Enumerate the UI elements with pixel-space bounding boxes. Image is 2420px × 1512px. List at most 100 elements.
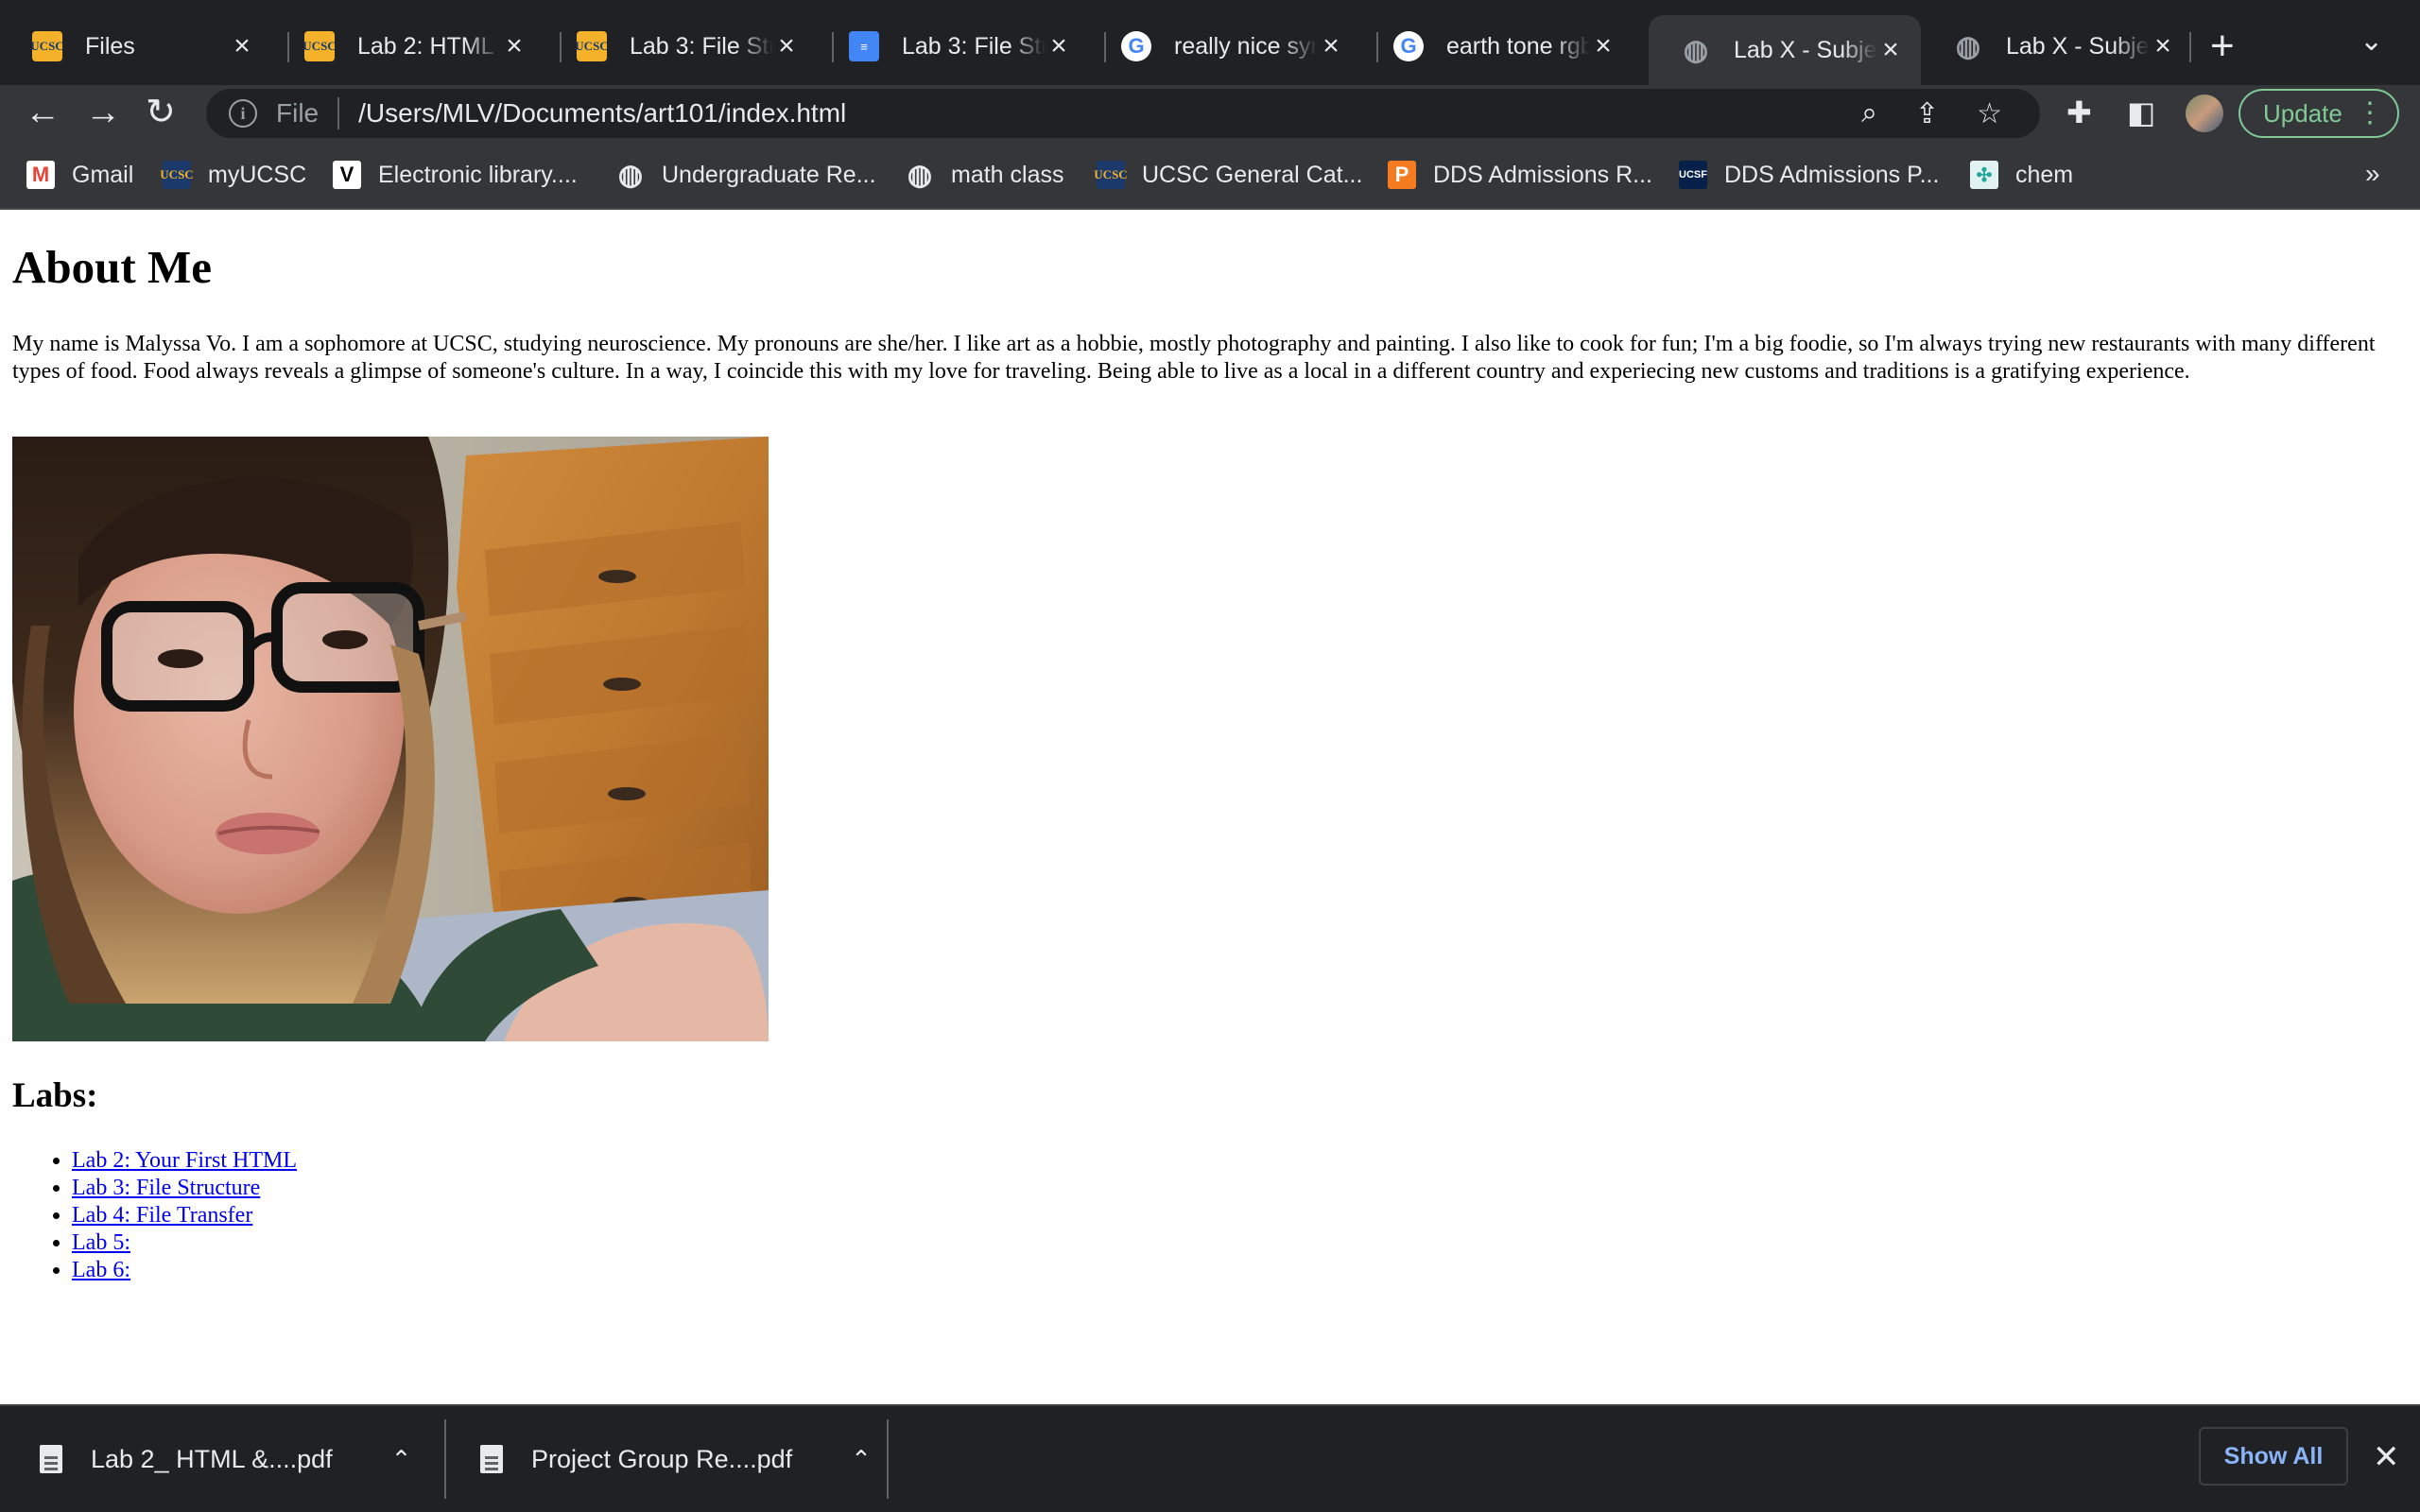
tab-separator xyxy=(2189,32,2191,62)
tab-title: Lab X - Subje xyxy=(1734,36,1877,63)
page-title: About Me xyxy=(12,241,212,293)
ucsc-logo-icon: UCSC xyxy=(302,31,337,61)
globe-icon: ◍ xyxy=(1683,34,1709,66)
tab-search-chevron-icon[interactable]: ⌄ xyxy=(2360,25,2383,58)
tab-title: Files xyxy=(85,32,135,60)
chevron-up-icon[interactable]: ⌃ xyxy=(851,1445,872,1474)
ucsf-icon: UCSF xyxy=(1679,161,1707,189)
tab-title: Lab 3: File Str xyxy=(902,32,1046,60)
page-content: About Me My name is Malyssa Vo. I am a s… xyxy=(0,210,2420,1404)
bookmark-label: DDS Admissions R... xyxy=(1433,161,1653,188)
download-item[interactable]: Project Group Re....pdf ⌃ xyxy=(480,1406,872,1512)
bookmark-label: chem xyxy=(2015,161,2074,188)
zoom-icon[interactable]: ⌕ xyxy=(1861,97,1877,129)
close-tab-icon[interactable]: × xyxy=(1318,30,1344,62)
google-icon: G xyxy=(1393,31,1424,61)
bookmarks-overflow-icon[interactable]: » xyxy=(2365,159,2380,189)
globe-icon: ◍ xyxy=(1955,30,1981,62)
update-label: Update xyxy=(2263,98,2342,128)
bookmark-electronic-library[interactable]: V Electronic library.... xyxy=(333,161,578,189)
tab[interactable]: UCSC Files × xyxy=(0,15,272,77)
bookmark-label: Gmail xyxy=(72,161,134,188)
bookmark-label: Electronic library.... xyxy=(378,161,578,188)
bookmark-chem[interactable]: ✣ chem xyxy=(1970,161,2073,189)
bookmark-myucsc[interactable]: UCSC myUCSC xyxy=(160,161,307,189)
browser-toolbar: ← → ↻ i File /Users/MLV/Documents/art101… xyxy=(0,85,2420,142)
close-tab-icon[interactable]: × xyxy=(1046,30,1072,62)
download-separator xyxy=(887,1419,889,1499)
tab[interactable]: UCSC Lab 3: File Str × xyxy=(544,15,817,77)
close-icon[interactable]: ✕ xyxy=(2373,1438,2400,1476)
tab[interactable]: ≡ Lab 3: File Str × xyxy=(817,15,1089,77)
star-icon[interactable]: ☆ xyxy=(1977,97,2002,130)
bookmark-gmail[interactable]: M Gmail xyxy=(26,161,133,189)
side-panel-icon[interactable]: ◧ xyxy=(2127,94,2155,130)
about-paragraph: My name is Malyssa Vo. I am a sophomore … xyxy=(12,332,2376,384)
update-button[interactable]: Update ⋮ xyxy=(2238,89,2399,138)
bookmark-undergraduate[interactable]: ◍ Undergraduate Re... xyxy=(616,159,876,191)
tab-title: Lab 3: File Str xyxy=(630,32,773,60)
gmail-icon: M xyxy=(26,161,55,189)
url-text[interactable]: /Users/MLV/Documents/art101/index.html xyxy=(358,98,1861,129)
ucsc-icon: UCSC xyxy=(1094,161,1128,189)
globe-icon: ◍ xyxy=(907,159,933,191)
download-item[interactable]: Lab 2_ HTML &....pdf ⌃ xyxy=(40,1406,411,1512)
globe-icon: ◍ xyxy=(617,159,644,191)
p-icon: P xyxy=(1388,161,1416,189)
download-filename: Lab 2_ HTML &....pdf xyxy=(91,1444,333,1473)
close-tab-icon[interactable]: × xyxy=(501,30,527,62)
lab-6-link[interactable]: Lab 6: xyxy=(72,1258,130,1282)
chem-icon: ✣ xyxy=(1970,161,1998,189)
bookmark-label: DDS Admissions P... xyxy=(1724,161,1940,188)
download-separator xyxy=(444,1419,446,1499)
chevron-up-icon[interactable]: ⌃ xyxy=(391,1445,412,1474)
scheme-label: File xyxy=(276,98,320,128)
tab-active[interactable]: ◍ Lab X - Subje × xyxy=(1649,15,1921,85)
address-bar[interactable]: i File /Users/MLV/Documents/art101/index… xyxy=(206,89,2040,138)
back-icon[interactable]: ← xyxy=(25,91,60,134)
list-item: Lab 4: File Transfer xyxy=(72,1202,297,1229)
more-options-icon[interactable]: ⋮ xyxy=(2356,96,2384,129)
reload-icon[interactable]: ↻ xyxy=(146,91,176,134)
ucsc-icon: UCSC xyxy=(160,161,194,189)
tab-title: Lab 2: HTML & xyxy=(357,32,501,60)
bookmark-ucsc-catalog[interactable]: UCSC UCSC General Cat... xyxy=(1094,161,1362,189)
labs-heading: Labs: xyxy=(12,1076,98,1115)
new-tab-icon[interactable]: + xyxy=(2210,23,2235,70)
lab-2-link[interactable]: Lab 2: Your First HTML xyxy=(72,1148,297,1173)
info-icon[interactable]: i xyxy=(229,99,257,128)
tab[interactable]: G really nice syn × xyxy=(1089,15,1361,77)
close-tab-icon[interactable]: × xyxy=(1877,34,1904,66)
downloads-bar: Lab 2_ HTML &....pdf ⌃ Project Group Re.… xyxy=(0,1404,2420,1512)
bookmark-label: math class xyxy=(951,161,1064,188)
profile-photo xyxy=(12,437,769,1041)
lab-3-link[interactable]: Lab 3: File Structure xyxy=(72,1176,260,1200)
show-all-button[interactable]: Show All xyxy=(2199,1427,2348,1486)
lab-5-link[interactable]: Lab 5: xyxy=(72,1230,130,1255)
ucsc-logo-icon: UCSC xyxy=(575,31,609,61)
list-item: Lab 2: Your First HTML xyxy=(72,1147,297,1175)
close-tab-icon[interactable]: × xyxy=(773,30,800,62)
pdf-file-icon xyxy=(40,1445,62,1473)
tab-strip: UCSC Files × UCSC Lab 2: HTML & × UCSC L… xyxy=(0,0,2420,85)
list-item: Lab 6: xyxy=(72,1257,297,1284)
bookmark-math-class[interactable]: ◍ math class xyxy=(906,159,1064,191)
forward-icon[interactable]: → xyxy=(85,91,121,134)
tab[interactable]: UCSC Lab 2: HTML & × xyxy=(272,15,544,77)
close-tab-icon[interactable]: × xyxy=(1590,30,1616,62)
pdf-file-icon xyxy=(480,1445,503,1473)
extensions-icon[interactable]: ✚ xyxy=(2066,94,2092,130)
list-item: Lab 3: File Structure xyxy=(72,1175,297,1202)
tab[interactable]: G earth tone rgb × xyxy=(1361,15,1634,77)
bookmark-dds-admissions-p[interactable]: UCSF DDS Admissions P... xyxy=(1679,161,1939,189)
avatar[interactable] xyxy=(2186,94,2223,132)
share-icon[interactable]: ⇪ xyxy=(1915,97,1939,130)
download-filename: Project Group Re....pdf xyxy=(531,1444,793,1473)
v-icon: V xyxy=(333,161,361,189)
close-tab-icon[interactable]: × xyxy=(2150,30,2176,62)
tab[interactable]: ◍ Lab X - Subje × xyxy=(1921,15,2193,77)
close-tab-icon[interactable]: × xyxy=(229,30,255,62)
lab-4-link[interactable]: Lab 4: File Transfer xyxy=(72,1203,252,1228)
bookmark-label: myUCSC xyxy=(208,161,307,188)
bookmark-dds-admissions-r[interactable]: P DDS Admissions R... xyxy=(1388,161,1652,189)
